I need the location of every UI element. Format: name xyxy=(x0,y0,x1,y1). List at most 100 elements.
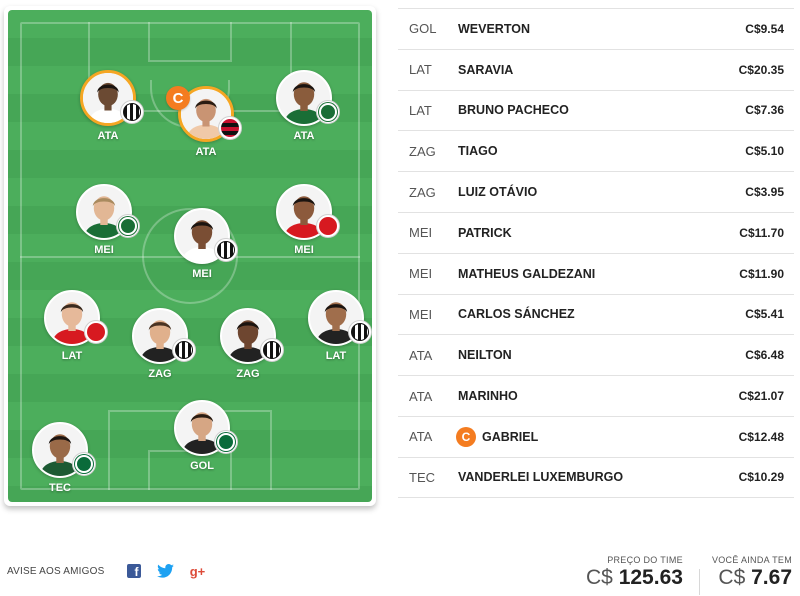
lineup-row[interactable]: MEI CARLOS SÁNCHEZ C$5.41 xyxy=(398,293,794,335)
player-position-label: ATA xyxy=(293,130,315,142)
club-badge xyxy=(214,430,238,454)
team-totals: PREÇO DO TIME C$ 125.63 VOCÊ AINDA TEM C… xyxy=(586,555,792,595)
lineup-player-name: NEILTON xyxy=(458,348,714,362)
palmeiras-crest-icon xyxy=(75,455,93,473)
club-badge xyxy=(348,320,372,344)
player-card-zag-left[interactable]: ZAG xyxy=(120,308,200,388)
player-card-mei-left[interactable]: MEI xyxy=(64,184,144,264)
google-plus-share-button[interactable]: g+ xyxy=(189,562,207,580)
lineup-row[interactable]: ATA NEILTON C$6.48 xyxy=(398,334,794,375)
inter-crest-icon xyxy=(319,217,337,235)
lineup-row[interactable]: GOL WEVERTON C$9.54 xyxy=(398,8,794,49)
captain-icon: C xyxy=(456,426,476,447)
player-card-mei-right[interactable]: MEI xyxy=(264,184,344,264)
player-position-label: LAT xyxy=(61,350,83,362)
lineup-price: C$6.48 xyxy=(745,348,784,363)
facebook-icon: f xyxy=(126,564,141,578)
club-badge xyxy=(316,214,340,238)
lineup-position: GOL xyxy=(409,21,437,37)
lineup-position: MEI xyxy=(409,225,433,241)
player-name-text: MATHEUS GALDEZANI xyxy=(458,266,596,281)
lineup-row[interactable]: MEI MATHEUS GALDEZANI C$11.90 xyxy=(398,252,794,294)
lineup-row[interactable]: LAT BRUNO PACHECO C$7.36 xyxy=(398,89,794,131)
lineup-row[interactable]: LAT SARAVIA C$20.35 xyxy=(398,48,794,90)
team-price-amount: 125.63 xyxy=(618,566,683,589)
club-badge xyxy=(214,238,238,262)
facebook-share-button[interactable]: f xyxy=(125,562,143,580)
lineup-price: C$20.35 xyxy=(738,62,784,77)
player-card-ata-left[interactable]: ATA xyxy=(68,70,148,150)
player-name-text: LUIZ OTÁVIO xyxy=(458,185,538,200)
lineup-price: C$21.07 xyxy=(738,389,784,404)
team-price-currency: C$ xyxy=(586,566,613,589)
player-position-label: LAT xyxy=(325,350,347,362)
lineup-price: C$9.54 xyxy=(745,21,784,36)
club-badge xyxy=(84,320,108,344)
player-name-text: PATRICK xyxy=(458,225,512,240)
remaining-budget-currency: C$ xyxy=(718,566,746,589)
club-badge xyxy=(316,100,340,124)
player-card-gol[interactable]: GOL xyxy=(162,400,242,480)
lineup-position: ATA xyxy=(409,388,433,404)
flamengo-crest-icon xyxy=(221,119,239,137)
lineup-price: C$10.29 xyxy=(738,470,784,485)
twitter-share-button[interactable] xyxy=(157,562,175,580)
palmeiras-crest-icon xyxy=(217,433,235,451)
lineup-player-name: TIAGO xyxy=(458,144,714,158)
share-label: AVISE AOS AMIGOS xyxy=(7,565,105,577)
lineup-position: LAT xyxy=(409,62,432,78)
player-name-text: VANDERLEI LUXEMBURGO xyxy=(458,470,624,485)
player-card-zag-right[interactable]: ZAG xyxy=(208,308,288,388)
lineup-position: LAT xyxy=(409,102,432,118)
player-card-tec[interactable]: TEC xyxy=(20,422,100,502)
coritiba-crest-icon xyxy=(119,217,137,235)
player-position-label: MEI xyxy=(94,244,114,256)
club-badge xyxy=(172,338,196,362)
lineup-row[interactable]: ZAG TIAGO C$5.10 xyxy=(398,130,794,171)
player-card-lat-right[interactable]: LAT xyxy=(296,290,372,370)
player-name-text: BRUNO PACHECO xyxy=(458,103,569,118)
lineup-row[interactable]: ATA C GABRIEL C$12.48 xyxy=(398,415,794,457)
lineup-position: ATA xyxy=(409,429,433,445)
player-card-lat-left[interactable]: LAT xyxy=(32,290,112,370)
team-price: PREÇO DO TIME C$ 125.63 xyxy=(586,555,683,595)
lineup-price: C$3.95 xyxy=(745,185,784,200)
totals-divider xyxy=(698,569,700,595)
team-price-value: C$ 125.63 xyxy=(586,566,683,590)
remaining-budget-value: C$ 7.67 xyxy=(712,566,792,590)
player-name-text: WEVERTON xyxy=(458,21,530,36)
player-card-ata-right[interactable]: ATA xyxy=(264,70,344,150)
lineup-player-name: CARLOS SÁNCHEZ xyxy=(458,307,714,321)
club-badge xyxy=(72,452,96,476)
santos-crest-icon xyxy=(123,103,141,121)
google-plus-icon: g+ xyxy=(189,563,206,579)
team-price-label: PREÇO DO TIME xyxy=(607,555,683,565)
ceara-crest-icon xyxy=(175,341,193,359)
lineup-player-name: MATHEUS GALDEZANI xyxy=(458,267,714,281)
lineup-price: C$12.48 xyxy=(738,429,784,444)
lineup-player-name: MARINHO xyxy=(458,389,714,403)
lineup-player-name: SARAVIA xyxy=(458,63,714,77)
goal-area-top xyxy=(148,22,232,62)
lineup-row[interactable]: ZAG LUIZ OTÁVIO C$3.95 xyxy=(398,171,794,212)
player-position-label: ATA xyxy=(195,146,217,158)
lineup-row[interactable]: MEI PATRICK C$11.70 xyxy=(398,211,794,253)
player-name-text: CARLOS SÁNCHEZ xyxy=(458,307,575,322)
lineup-player-name: PATRICK xyxy=(458,226,714,240)
lineup-player-name: WEVERTON xyxy=(458,22,714,36)
lineup-row[interactable]: TEC VANDERLEI LUXEMBURGO C$10.29 xyxy=(398,456,794,498)
field-card: ATA C ATA ATA MEI MEI MEI LAT ZAG ZAG LAT TEC GOL xyxy=(4,6,376,506)
remaining-budget-label: VOCÊ AINDA TEM xyxy=(711,555,792,565)
lineup-price: C$11.90 xyxy=(739,266,784,281)
player-name-text: SARAVIA xyxy=(458,62,514,77)
player-card-ata-center[interactable]: C ATA xyxy=(166,86,246,166)
lineup-row[interactable]: ATA MARINHO C$21.07 xyxy=(398,375,794,416)
player-position-label: MEI xyxy=(192,268,212,280)
player-position-label: ATA xyxy=(97,130,119,142)
lineup-player-name: BRUNO PACHECO xyxy=(458,103,714,117)
inter-crest-icon xyxy=(87,323,105,341)
player-card-mei-center[interactable]: MEI xyxy=(162,208,242,288)
lineup-player-name: C GABRIEL xyxy=(456,426,714,447)
player-position-label: ZAG xyxy=(236,368,260,380)
ceara-crest-icon xyxy=(263,341,281,359)
